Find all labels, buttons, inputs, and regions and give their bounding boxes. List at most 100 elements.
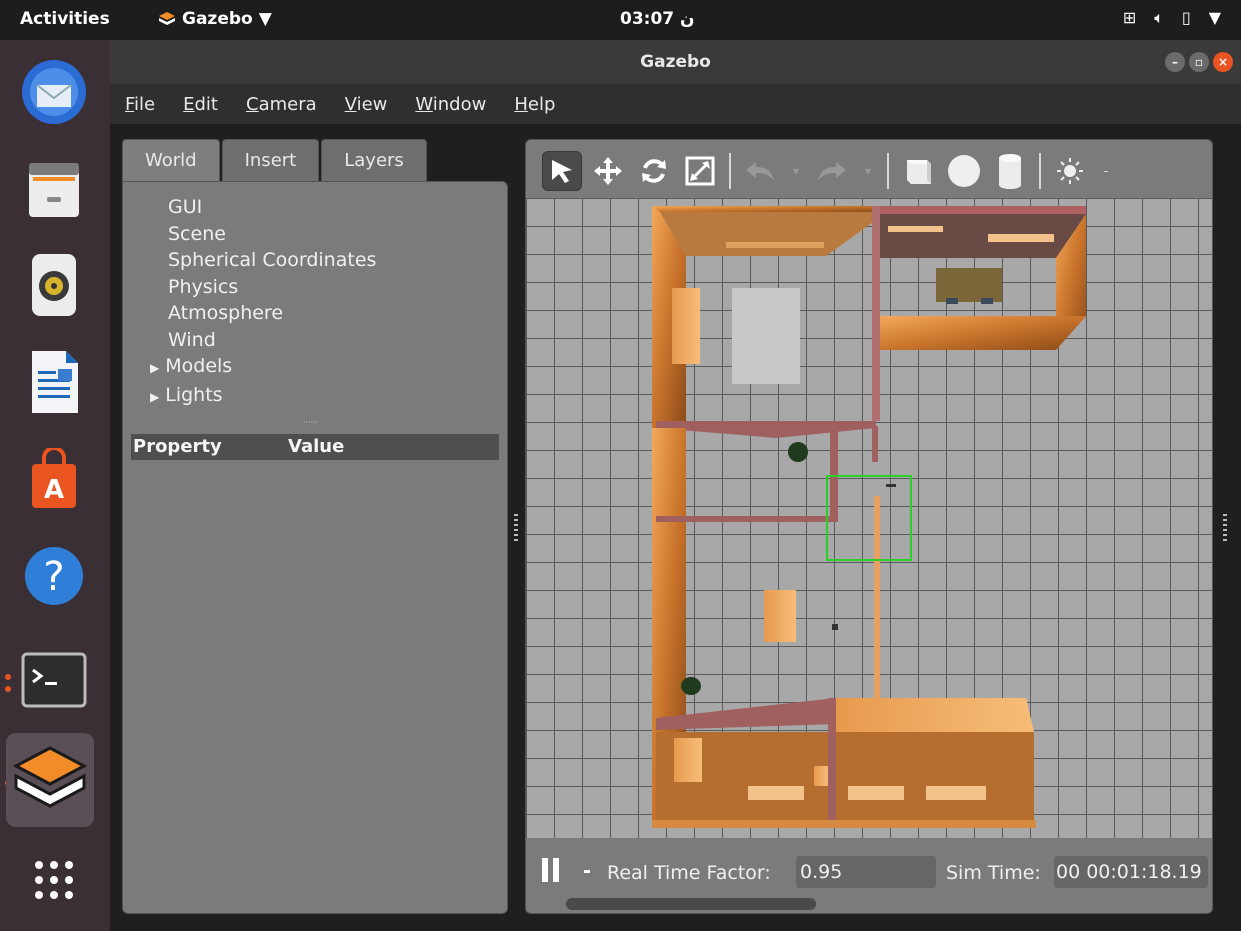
dock-help[interactable]: ? xyxy=(14,536,94,616)
scene-panel: ▾ ▾ - Real Time Factor: 0.95 Sim Time: 0… xyxy=(525,139,1213,914)
right-splitter-grip[interactable] xyxy=(1223,514,1227,544)
tree-item-lights[interactable]: Lights xyxy=(150,382,376,411)
dock-writer[interactable] xyxy=(14,342,94,422)
light-icon xyxy=(1057,158,1083,184)
redo-icon xyxy=(818,162,846,181)
menu-edit[interactable]: Edit xyxy=(183,94,218,115)
property-column-header: Property xyxy=(133,436,222,457)
tree-item-models[interactable]: Models xyxy=(150,353,376,382)
thunderbird-icon xyxy=(22,60,86,124)
undo-button[interactable] xyxy=(740,151,780,191)
splitter-handle[interactable]: ······ xyxy=(303,418,318,427)
tree-item-spherical-coordinates[interactable]: Spherical Coordinates xyxy=(168,247,376,274)
step-button[interactable] xyxy=(584,870,590,873)
tree-item-physics[interactable]: Physics xyxy=(168,274,376,301)
terminal-icon xyxy=(21,652,87,708)
dock: A ? xyxy=(0,40,110,931)
window-controls: – ▫ × xyxy=(1165,52,1233,72)
dock-files[interactable] xyxy=(14,150,94,230)
toolbar-separator xyxy=(887,153,889,189)
svg-text:?: ? xyxy=(43,554,64,600)
files-icon xyxy=(29,163,79,217)
chevron-down-icon: ▾ xyxy=(864,164,872,178)
chevron-down-icon: - xyxy=(1103,164,1109,178)
clock[interactable]: 03:07 ن xyxy=(620,9,695,29)
select-arrow-icon xyxy=(552,160,572,183)
menu-window[interactable]: Window xyxy=(415,94,486,115)
rhythmbox-icon xyxy=(32,254,76,316)
menu-view[interactable]: View xyxy=(345,94,388,115)
status-scrollbar[interactable] xyxy=(566,898,816,910)
rotate-tool-button[interactable] xyxy=(634,151,674,191)
redo-button[interactable] xyxy=(812,151,852,191)
undo-icon xyxy=(746,162,774,181)
menu-camera[interactable]: Camera xyxy=(246,94,317,115)
dock-gazebo[interactable] xyxy=(6,733,94,827)
app-menu-label: Gazebo xyxy=(182,9,253,29)
help-icon: ? xyxy=(25,547,83,605)
tree-item-atmosphere[interactable]: Atmosphere xyxy=(168,300,376,327)
left-splitter-grip[interactable] xyxy=(514,514,518,544)
window-titlebar[interactable]: Gazebo – ▫ × xyxy=(110,40,1241,84)
tree-item-gui[interactable]: GUI xyxy=(168,194,376,221)
gazebo-icon xyxy=(12,746,88,808)
real-time-factor-label: Real Time Factor: xyxy=(607,862,771,884)
dock-rhythmbox[interactable] xyxy=(14,245,94,325)
select-tool-button[interactable] xyxy=(542,151,582,191)
house-model xyxy=(652,206,1086,828)
minimize-icon[interactable]: – xyxy=(1165,52,1185,72)
tab-world[interactable]: World xyxy=(122,139,220,181)
svg-text:A: A xyxy=(44,475,64,505)
point-light-button[interactable] xyxy=(1050,151,1090,191)
translate-tool-button[interactable] xyxy=(588,151,628,191)
running-indicator xyxy=(5,674,11,680)
app-grid-icon xyxy=(35,861,73,899)
window-title: Gazebo xyxy=(640,52,711,72)
dock-software[interactable]: A xyxy=(14,440,94,520)
pause-button[interactable] xyxy=(542,858,560,882)
left-panel-tabs: World Insert Layers xyxy=(122,139,427,181)
undo-history-dropdown[interactable]: ▾ xyxy=(786,151,806,191)
activities-button[interactable]: Activities xyxy=(20,9,110,29)
tab-layers[interactable]: Layers xyxy=(321,139,427,181)
gazebo-small-icon xyxy=(159,12,175,25)
top-bar: Activities Gazebo ▼ 03:07 ن ⊞ 🔈︎ ▯ ▼ xyxy=(0,0,1241,40)
value-column-header: Value xyxy=(288,436,345,457)
close-icon[interactable]: × xyxy=(1213,52,1233,72)
tab-insert[interactable]: Insert xyxy=(221,139,320,181)
volume-icon: 🔈︎ xyxy=(1154,8,1164,27)
sphere-shape-button[interactable] xyxy=(944,151,984,191)
system-menu-chevron-icon: ▼ xyxy=(1208,8,1221,27)
chevron-down-icon: ▾ xyxy=(792,164,800,178)
scene-viewport[interactable] xyxy=(526,198,1212,838)
menu-bar: File Edit Camera View Window Help xyxy=(110,84,1241,124)
tree-item-wind[interactable]: Wind xyxy=(168,327,376,354)
toolbar-separator xyxy=(729,153,731,189)
cylinder-shape-button[interactable] xyxy=(990,151,1030,191)
maximize-icon[interactable]: ▫ xyxy=(1189,52,1209,72)
menu-help[interactable]: Help xyxy=(514,94,555,115)
world-tree: GUI Scene Spherical Coordinates Physics … xyxy=(165,194,376,410)
dock-terminal[interactable] xyxy=(14,640,94,720)
app-menu[interactable]: Gazebo ▼ xyxy=(158,9,272,29)
property-table-header: Property Value xyxy=(131,434,499,460)
sim-time-label: Sim Time: xyxy=(946,862,1041,884)
scale-tool-button[interactable] xyxy=(680,151,720,191)
system-tray[interactable]: ⊞ 🔈︎ ▯ ▼ xyxy=(1123,8,1221,28)
scene-toolbar: ▾ ▾ - xyxy=(542,146,1116,196)
network-icon: ⊞ xyxy=(1122,8,1137,27)
scale-icon xyxy=(685,156,715,186)
tree-item-scene[interactable]: Scene xyxy=(168,221,376,248)
menu-file[interactable]: File xyxy=(125,94,155,115)
dock-thunderbird[interactable] xyxy=(14,52,94,132)
cylinder-shape-icon xyxy=(999,154,1021,189)
box-shape-button[interactable] xyxy=(898,151,938,191)
redo-history-dropdown[interactable]: ▾ xyxy=(858,151,878,191)
dock-app-grid[interactable] xyxy=(14,840,94,920)
writer-icon xyxy=(32,351,78,413)
toolbar-separator xyxy=(1039,153,1041,189)
more-lights-dropdown[interactable]: - xyxy=(1096,151,1116,191)
world-panel: GUI Scene Spherical Coordinates Physics … xyxy=(122,181,508,914)
chevron-down-icon: ▼ xyxy=(258,9,272,29)
battery-icon: ▯ xyxy=(1181,8,1191,27)
